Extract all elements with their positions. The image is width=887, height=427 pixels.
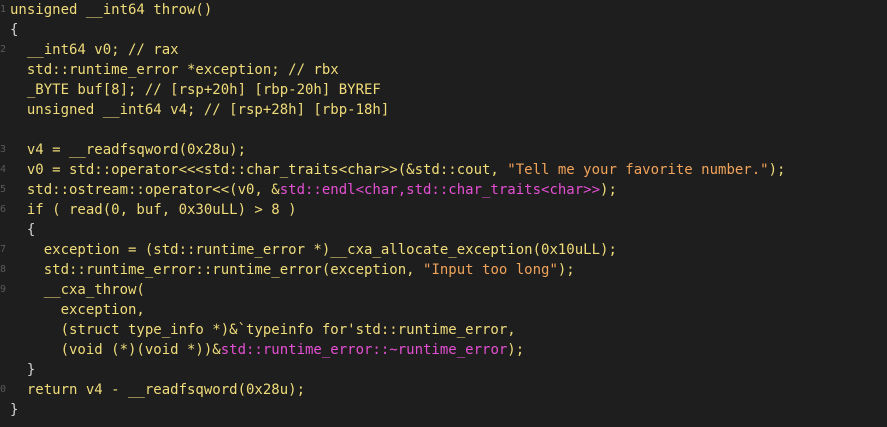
code-token: );: [507, 342, 525, 358]
code-text: }: [10, 400, 18, 420]
code-text: __cxa_throw(: [10, 280, 145, 300]
code-token: if ( read(0, buf, 0x30uLL) > 8 ): [10, 202, 297, 218]
code-token: );: [600, 182, 617, 198]
code-token: __cxa_throw(: [10, 282, 145, 298]
code-line[interactable]: (struct type_info *)&`typeinfo for'std::…: [0, 320, 887, 340]
code-token: (struct type_info *)&`typeinfo for'std::…: [10, 322, 516, 338]
code-token: unsigned __int64 throw(): [10, 2, 213, 18]
code-text: (void (*)(void *))&std::runtime_error::~…: [10, 340, 525, 360]
code-line[interactable]: 7 exception = (std::runtime_error *)__cx…: [0, 240, 887, 260]
gutter-mark: [0, 100, 8, 120]
gutter-mark: [0, 20, 8, 40]
code-line[interactable]: {: [0, 220, 887, 240]
gutter-mark: 5: [0, 184, 7, 195]
code-line[interactable]: 3 v4 = __readfsqword(0x28u);: [0, 140, 887, 160]
code-line[interactable]: std::runtime_error *exception; // rbx: [0, 60, 887, 80]
gutter-mark: [0, 300, 8, 320]
code-token: exception,: [10, 302, 145, 318]
code-token: unsigned __int64 v4; // [rsp+28h] [rbp-1…: [10, 102, 390, 118]
string-literal: "Tell me your favorite number.": [507, 162, 769, 178]
code-token: std::ostream::operator<<(v0, &: [10, 182, 280, 198]
gutter-mark: 8: [0, 264, 7, 275]
code-text: unsigned __int64 throw(): [10, 0, 212, 20]
code-line[interactable]: }: [0, 400, 887, 420]
code-line[interactable]: 2 __int64 v0; // rax: [0, 40, 887, 60]
string-literal: "Input too long": [423, 262, 558, 278]
gutter-mark: 2: [0, 44, 7, 55]
code-text: if ( read(0, buf, 0x30uLL) > 8 ): [10, 200, 297, 220]
gutter-mark: 0: [0, 384, 7, 395]
code-text: exception = (std::runtime_error *)__cxa_…: [10, 240, 617, 260]
code-text: {: [10, 20, 18, 40]
code-token: std::runtime_error::runtime_error(except…: [10, 262, 424, 278]
gutter-mark: [0, 60, 8, 80]
code-token: std::runtime_error *exception; // rbx: [10, 62, 339, 78]
code-token: {: [10, 222, 36, 238]
code-token: {: [10, 22, 19, 38]
code-line[interactable]: 9 __cxa_throw(: [0, 280, 887, 300]
gutter-mark: [0, 360, 8, 380]
gutter-mark: [0, 80, 8, 100]
code-text: return v4 - __readfsqword(0x28u);: [10, 380, 305, 400]
code-token: _BYTE buf[8]; // [rsp+20h] [rbp-20h] BYR…: [10, 82, 381, 98]
code-line[interactable]: }: [0, 360, 887, 380]
code-text: (struct type_info *)&`typeinfo for'std::…: [10, 320, 516, 340]
code-text: exception,: [10, 300, 145, 320]
code-line[interactable]: (void (*)(void *))&std::runtime_error::~…: [0, 340, 887, 360]
code-line[interactable]: [0, 120, 887, 140]
code-text: v0 = std::operator<<<std::char_traits<ch…: [10, 160, 786, 180]
code-token: __int64 v0; // rax: [10, 42, 179, 58]
code-line[interactable]: unsigned __int64 v4; // [rsp+28h] [rbp-1…: [0, 100, 887, 120]
gutter-mark: 1: [0, 4, 7, 15]
gutter-mark: 3: [0, 144, 7, 155]
code-text: std::runtime_error *exception; // rbx: [10, 60, 339, 80]
code-text: std::ostream::operator<<(v0, &std::endl<…: [10, 180, 617, 200]
code-line[interactable]: 8 std::runtime_error::runtime_error(exce…: [0, 260, 887, 280]
code-token: }: [10, 362, 36, 378]
code-text: _BYTE buf[8]; // [rsp+20h] [rbp-20h] BYR…: [10, 80, 381, 100]
code-line[interactable]: 5 std::ostream::operator<<(v0, &std::end…: [0, 180, 887, 200]
gutter-mark: [0, 120, 8, 140]
gutter-mark: 7: [0, 244, 7, 255]
gutter-mark: 4: [0, 164, 7, 175]
symbol-reference: std::endl<char,std::char_traits<char>>: [279, 182, 601, 198]
gutter-mark: [0, 340, 8, 360]
code-token: v4 = __readfsqword(0x28u);: [10, 142, 247, 158]
code-line[interactable]: 1 unsigned __int64 throw(): [0, 0, 887, 20]
code-text: std::runtime_error::runtime_error(except…: [10, 260, 575, 280]
code-token: (void (*)(void *))&: [10, 342, 221, 358]
code-line[interactable]: _BYTE buf[8]; // [rsp+20h] [rbp-20h] BYR…: [0, 80, 887, 100]
symbol-reference: std::runtime_error::~runtime_error: [220, 342, 508, 358]
gutter-mark: [0, 400, 8, 420]
code-text: __int64 v0; // rax: [10, 40, 179, 60]
gutter-mark: [0, 320, 8, 340]
code-text: }: [10, 360, 35, 380]
code-token: );: [557, 262, 575, 278]
code-text: unsigned __int64 v4; // [rsp+28h] [rbp-1…: [10, 100, 389, 120]
code-text: v4 = __readfsqword(0x28u);: [10, 140, 246, 160]
code-line[interactable]: 4 v0 = std::operator<<<std::char_traits<…: [0, 160, 887, 180]
code-token: exception = (std::runtime_error *)__cxa_…: [10, 242, 617, 258]
gutter-mark: [0, 220, 8, 240]
code-text: {: [10, 220, 35, 240]
gutter-mark: 9: [0, 284, 7, 295]
code-line[interactable]: 6 if ( read(0, buf, 0x30uLL) > 8 ): [0, 200, 887, 220]
code-token: );: [768, 162, 786, 178]
code-line[interactable]: exception,: [0, 300, 887, 320]
code-token: }: [10, 402, 19, 418]
code-token: v0 = std::operator<<<std::char_traits<ch…: [10, 162, 508, 178]
code-token: return v4 - __readfsqword(0x28u);: [10, 382, 306, 398]
decompiled-code-view[interactable]: 1 unsigned __int64 throw() {2 __int64 v0; …: [0, 0, 887, 427]
gutter-mark: 6: [0, 204, 7, 215]
code-line[interactable]: {: [0, 20, 887, 40]
code-line[interactable]: 0 return v4 - __readfsqword(0x28u);: [0, 380, 887, 400]
